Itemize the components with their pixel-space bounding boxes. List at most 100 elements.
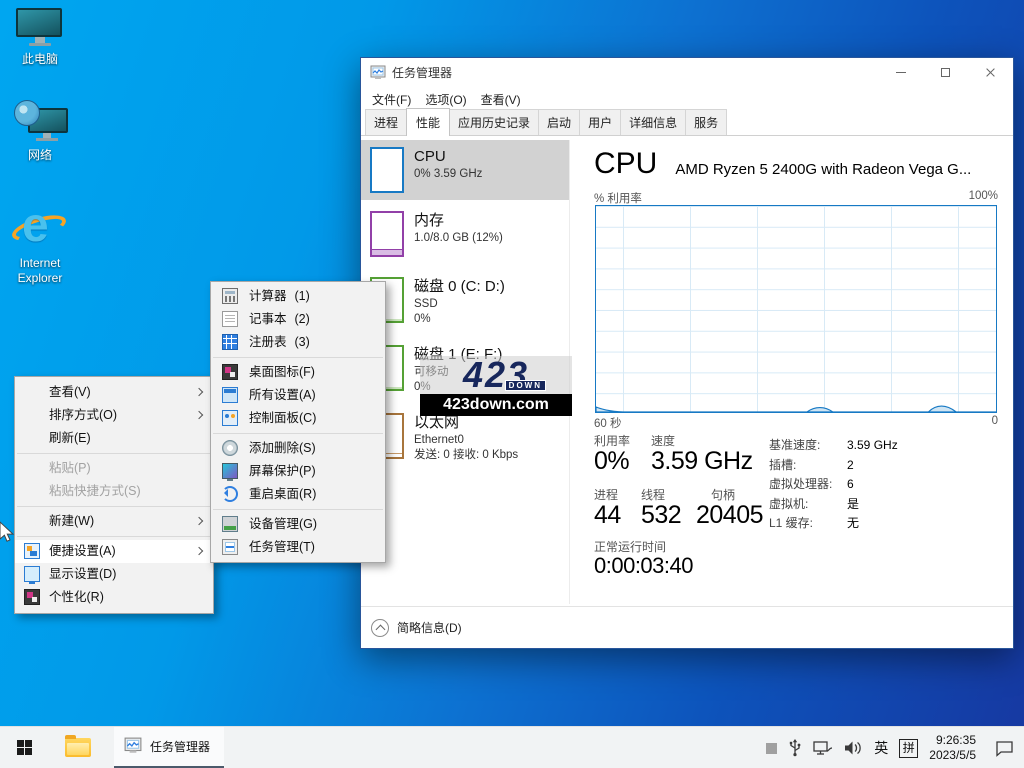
menu-item-sort-by[interactable]: 排序方式(O) xyxy=(15,404,213,427)
chevron-right-icon xyxy=(195,388,203,396)
submenu-item-registry[interactable]: 注册表(3) xyxy=(211,331,385,354)
clock[interactable]: 9:26:35 2023/5/5 xyxy=(929,733,976,763)
desktop-icon-this-pc[interactable]: 此电脑 xyxy=(2,8,78,67)
submenu-item-control-panel[interactable]: 控制面板(C) xyxy=(211,407,385,430)
registry-icon xyxy=(222,334,238,350)
menu-item-quick-settings[interactable]: 便捷设置(A) xyxy=(15,540,213,563)
system-tray: 英 拼 9:26:35 2023/5/5 xyxy=(766,727,1014,768)
cpu-thumbnail xyxy=(370,147,404,193)
desktop[interactable]: 此电脑 网络 e Internet Explorer 任务管理器 xyxy=(0,0,1024,726)
summary-view-toggle[interactable]: 简略信息(D) xyxy=(361,606,1013,648)
desktop-context-menu: 查看(V) 排序方式(O) 刷新(E) 粘贴(P) 粘贴快捷方式(S) 新建(W… xyxy=(14,376,214,614)
sidebar-item-disk0[interactable]: 磁盘 0 (C: D:) SSD 0% xyxy=(361,270,569,334)
quick-settings-icon xyxy=(24,543,40,559)
menu-item-view[interactable]: 查看(V) xyxy=(15,381,213,404)
tab-startup[interactable]: 启动 xyxy=(538,109,580,135)
usb-icon[interactable] xyxy=(788,739,802,757)
submenu-item-all-settings[interactable]: 所有设置(A) xyxy=(211,384,385,407)
chevron-right-icon xyxy=(195,411,203,419)
speaker-icon[interactable] xyxy=(844,740,863,756)
submenu-item-add-remove[interactable]: 添加删除(S) xyxy=(211,437,385,460)
y-axis-label: % 利用率 xyxy=(594,190,642,206)
tray-time: 9:26:35 xyxy=(929,733,976,748)
network-icon[interactable] xyxy=(813,740,833,756)
cpu-info-list: 基准速度:3.59 GHz 插槽:2 虚拟处理器:6 虚拟机:是 L1 缓存:无 xyxy=(769,436,898,534)
menu-separator xyxy=(213,357,383,358)
menu-options[interactable]: 选项(O) xyxy=(418,89,473,110)
menu-file[interactable]: 文件(F) xyxy=(365,89,418,110)
menu-separator xyxy=(213,433,383,434)
tray-app-icon[interactable] xyxy=(766,743,777,754)
add-remove-icon xyxy=(222,440,238,456)
action-center-icon[interactable] xyxy=(995,740,1014,757)
submenu-item-desktop-icons[interactable]: 桌面图标(F) xyxy=(211,361,385,384)
globe-icon xyxy=(14,100,40,126)
quick-settings-submenu: 计算器(1) 记事本(2) 注册表(3) 桌面图标(F) 所有设置(A) 控制面… xyxy=(210,281,386,563)
device-manager-icon xyxy=(222,516,238,532)
cpu-utilization-graph[interactable] xyxy=(595,205,997,413)
notepad-icon xyxy=(222,311,238,327)
menu-item-personalize[interactable]: 个性化(R) xyxy=(15,586,213,609)
chevron-right-icon xyxy=(195,517,203,525)
restart-icon xyxy=(222,486,238,502)
tab-performance[interactable]: 性能 xyxy=(406,108,450,136)
memory-thumbnail xyxy=(370,211,404,257)
internet-explorer-icon: e xyxy=(12,202,68,252)
chevron-right-icon xyxy=(195,547,203,555)
menu-view[interactable]: 查看(V) xyxy=(474,89,528,110)
control-panel-icon xyxy=(222,410,238,426)
cpu-panel: CPU AMD Ryzen 5 2400G with Radeon Vega G… xyxy=(594,58,998,650)
menu-item-new[interactable]: 新建(W) xyxy=(15,510,213,533)
stat-threads-value: 532 xyxy=(641,501,681,530)
menu-item-refresh[interactable]: 刷新(E) xyxy=(15,427,213,450)
submenu-item-screensaver[interactable]: 屏幕保护(P) xyxy=(211,460,385,483)
desktop-icon-label: 网络 xyxy=(2,148,78,163)
menu-separator xyxy=(17,506,211,507)
desktop-icon-internet-explorer[interactable]: e Internet Explorer xyxy=(2,202,78,286)
x-axis-left: 60 秒 xyxy=(594,415,622,431)
windows-logo-icon xyxy=(17,740,32,755)
menu-separator xyxy=(213,509,383,510)
ime-indicator[interactable]: 拼 xyxy=(899,739,918,758)
x-axis-right: 0 xyxy=(992,415,998,431)
submenu-item-device-manager[interactable]: 设备管理(G) xyxy=(211,513,385,536)
taskbar: 任务管理器 英 拼 9:26:35 2023/5/5 xyxy=(0,726,1024,768)
watermark: 423 DOWN 423down.com xyxy=(420,356,572,416)
folder-icon xyxy=(65,738,91,757)
sidebar-item-cpu[interactable]: CPU 0% 3.59 GHz xyxy=(361,140,569,200)
taskbar-task-manager-button[interactable]: 任务管理器 xyxy=(114,727,224,768)
menu-item-display-settings[interactable]: 显示设置(D) xyxy=(15,563,213,586)
network-desktop-icon xyxy=(12,100,68,144)
screensaver-icon xyxy=(222,463,238,479)
tab-app-history[interactable]: 应用历史记录 xyxy=(449,109,539,135)
stat-util-value: 0% xyxy=(594,447,629,476)
desktop-icon-label: 此电脑 xyxy=(2,52,78,67)
task-manager-icon xyxy=(124,737,142,755)
task-manager-window: 任务管理器 文件(F) 选项(O) 查看(V) 进程 性能 应用历史记录 启动 … xyxy=(360,57,1014,649)
submenu-item-notepad[interactable]: 记事本(2) xyxy=(211,308,385,331)
file-explorer-button[interactable] xyxy=(56,727,100,768)
cpu-heading: CPU xyxy=(594,146,657,182)
tab-processes[interactable]: 进程 xyxy=(365,109,407,135)
stat-handles-value: 20405 xyxy=(696,501,763,530)
display-settings-icon xyxy=(24,566,40,582)
submenu-item-calculator[interactable]: 计算器(1) xyxy=(211,285,385,308)
language-indicator[interactable]: 英 xyxy=(874,738,888,758)
tray-date: 2023/5/5 xyxy=(929,748,976,763)
desktop-icon-label: Internet Explorer xyxy=(2,256,78,286)
cpu-graph-line xyxy=(596,206,996,412)
submenu-item-restart-desktop[interactable]: 重启桌面(R) xyxy=(211,483,385,506)
mouse-cursor xyxy=(0,521,18,545)
menu-item-paste: 粘贴(P) xyxy=(15,457,213,480)
menu-separator xyxy=(17,453,211,454)
this-pc-icon xyxy=(16,8,64,48)
stat-uptime-value: 0:00:03:40 xyxy=(594,553,693,579)
submenu-item-task-manager[interactable]: 任务管理(T) xyxy=(211,536,385,559)
desktop-icons-icon xyxy=(222,364,238,380)
all-settings-icon xyxy=(222,387,238,403)
stat-processes-value: 44 xyxy=(594,501,621,530)
sidebar-item-memory[interactable]: 内存 1.0/8.0 GB (12%) xyxy=(361,204,569,266)
desktop-icon-network[interactable]: 网络 xyxy=(2,100,78,163)
stat-speed-value: 3.59 GHz xyxy=(651,447,753,476)
start-button[interactable] xyxy=(0,727,48,768)
